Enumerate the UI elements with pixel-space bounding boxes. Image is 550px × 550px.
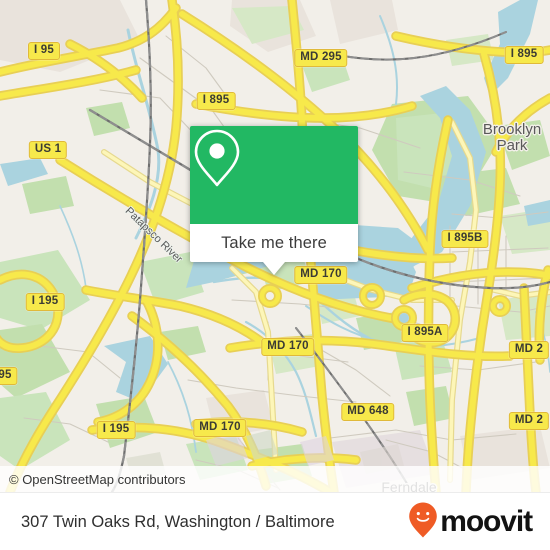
footer-bar: 307 Twin Oaks Rd, Washington / Baltimore… — [0, 492, 550, 550]
moovit-logo[interactable]: moovit — [408, 501, 550, 544]
road-shield: MD 170 — [261, 338, 315, 356]
attribution-text[interactable]: © OpenStreetMap contributors — [0, 472, 186, 487]
moovit-map-page: .land{fill:#f2efe9} .park{fill:#c9e4bb} … — [0, 0, 550, 550]
take-me-there-label: Take me there — [221, 233, 327, 252]
road-shield: MD 2 — [508, 412, 550, 430]
road-shield: 95 — [0, 367, 18, 385]
road-shield: I 195 — [25, 293, 65, 311]
address-text: 307 Twin Oaks Rd, Washington / Baltimore — [21, 512, 335, 531]
moovit-wordmark: moovit — [440, 505, 533, 538]
road-shield: I 95 — [28, 42, 60, 60]
road-shield: I 895B — [441, 230, 489, 248]
map-attribution: © OpenStreetMap contributors — [0, 466, 550, 492]
popup-tail — [263, 262, 285, 275]
road-shield: MD 2 — [508, 341, 550, 359]
moovit-smiley-pin-icon — [408, 501, 438, 544]
map-canvas[interactable]: .land{fill:#f2efe9} .park{fill:#c9e4bb} … — [0, 0, 550, 492]
road-shield: I 195 — [96, 421, 136, 439]
road-shield: MD 170 — [193, 419, 247, 437]
road-shield: MD 648 — [341, 403, 395, 421]
road-shield: I 895A — [401, 324, 449, 342]
road-shield: I 895 — [196, 92, 236, 110]
road-shield: MD 295 — [294, 49, 348, 67]
road-shield: US 1 — [28, 141, 68, 159]
road-shield: MD 170 — [294, 266, 348, 284]
popup-action-bar[interactable]: Take me there — [190, 224, 358, 262]
popup-icon-area — [190, 126, 358, 224]
destination-popup-card[interactable]: Take me there — [190, 126, 358, 275]
road-shield: I 895 — [504, 46, 544, 64]
place-label-brooklyn-park: Brooklyn Park — [482, 121, 542, 154]
